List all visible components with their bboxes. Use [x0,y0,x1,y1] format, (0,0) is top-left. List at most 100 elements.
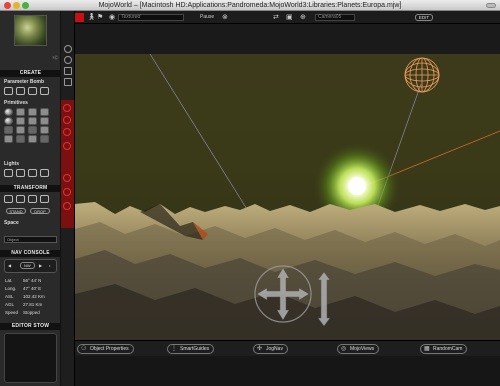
window-close-button[interactable] [4,2,11,9]
camera-select[interactable]: Camera05 [315,14,355,21]
toolbar-toggle-button[interactable] [486,3,496,8]
smart-guides-button[interactable]: ⋮ SmartGuides [167,344,215,354]
views-icon: ◎ [341,346,347,352]
thumbnail-hint: ?Ⓒ [52,55,59,60]
cone-primitive-icon[interactable] [16,108,25,116]
wedge-primitive-icon[interactable] [16,126,25,134]
window-minimize-button[interactable] [13,2,20,9]
tube-primitive-icon[interactable] [28,117,37,125]
move-cross-gizmo[interactable] [254,265,312,323]
editor-stow-area[interactable] [4,333,57,383]
moon-tab-icon[interactable] [63,128,71,136]
point-light-icon[interactable] [4,169,13,177]
editor-stow-heading: EDITOR STOW [0,323,61,330]
parameter-bomb-tools [4,87,51,95]
render-viewport[interactable] [75,54,500,340]
window-zoom-button[interactable] [22,2,29,9]
view-mode-select[interactable]: Textured [118,14,184,21]
materials-tab-icon[interactable] [63,174,71,182]
move-tool-icon[interactable] [4,195,13,203]
layers-icon[interactable] [64,67,72,75]
object-properties-label: Object Properties [90,346,129,352]
drop-button[interactable]: DROP [30,208,50,214]
create-heading: CREATE [0,70,61,77]
capsule-primitive-icon[interactable] [4,126,13,134]
walk-icon[interactable]: 🚶︎ [87,13,96,22]
spline-primitive-icon[interactable] [40,135,49,143]
add-camera-icon[interactable]: ⊕ [300,13,306,22]
spot-light-icon[interactable] [16,169,25,177]
undo-icon[interactable]: ⇄ [273,13,279,22]
ring-primitive-icon[interactable] [28,135,37,143]
light-direction-line [149,54,251,215]
hemisphere-primitive-icon[interactable] [16,135,25,143]
lights-tools [4,169,51,177]
jog-nav-button[interactable]: ✣ JogNav [253,344,288,354]
plane-primitive-icon[interactable] [40,117,49,125]
random-cam-button[interactable]: ▦ RandomCam [420,344,468,354]
primitives-tools [4,108,51,143]
lights-label: Lights [4,161,19,167]
scene-canvas [75,54,500,340]
pyramid-primitive-icon[interactable] [16,117,25,125]
bomb-grid-icon[interactable] [4,87,13,95]
nav-row-speed: Speed Stopped [5,310,40,315]
edit-button[interactable]: EDIT [415,14,433,21]
atmosphere-tab-icon[interactable] [63,188,71,196]
stand-button[interactable]: STAND [6,208,26,214]
mojo-views-label: MojoViews [350,346,375,352]
top-toolbar: 🚶︎ ⚑ ◉ Textured Pause ⊗ ⇄ ▣ ⊕ Camera05 E… [75,11,500,24]
parameter-bomb-label: Parameter Bomb [4,79,45,85]
close-circle-icon[interactable]: ⊗ [222,13,228,22]
sun-disc[interactable] [348,177,366,195]
bomb-wave-icon[interactable] [28,87,37,95]
mojo-views-button[interactable]: ◎ MojoViews [337,344,380,354]
random-cam-icon: ▦ [424,346,430,352]
globe-icon[interactable] [64,45,72,53]
sun-tab-icon[interactable] [63,116,71,124]
select-arrow-icon[interactable] [75,13,84,22]
disc-primitive-icon[interactable] [28,126,37,134]
clouds-tab-icon[interactable] [63,142,71,150]
terrain-surface[interactable] [75,202,500,340]
sheet-icon[interactable] [64,78,72,86]
render-tab-icon[interactable] [63,202,71,210]
status-area [75,356,500,386]
object-properties-button[interactable]: ⚆ Object Properties [77,344,134,354]
left-panel: ?Ⓒ CREATE Parameter Bomb Primitives Ligh… [0,11,61,386]
transform-tools [4,195,51,203]
area-light-icon[interactable] [28,169,37,177]
pivot-tool-icon[interactable] [40,195,49,203]
rotate-left-button[interactable]: ◀ [8,263,11,268]
scale-tool-icon[interactable] [28,195,37,203]
nav-console-heading: NAV CONSOLE [0,250,61,257]
bomb-sliders-icon[interactable] [16,87,25,95]
heading-control: ◀ NW ▶ • [4,259,57,273]
star-primitive-icon[interactable] [4,135,13,143]
rotate-right-button[interactable]: ▶ [39,263,42,268]
random-cam-label: RandomCam [433,346,463,352]
cylinder-primitive-icon[interactable] [28,108,37,116]
torus-primitive-icon[interactable] [4,117,13,125]
run-icon[interactable]: ⚑ [97,13,103,22]
pause-label: Pause [200,14,215,20]
space-label: Space [4,220,19,226]
nav-row-long: Long. 47° 40' E [5,286,42,291]
space-select[interactable]: Object [4,236,57,243]
eye-icon[interactable]: ◉ [109,13,115,22]
nav-row-asl: ASL 102.42 Km [5,294,45,299]
bomb-brush-icon[interactable] [40,87,49,95]
transform-heading: TRANSFORM [0,185,61,192]
rotate-tool-icon[interactable] [16,195,25,203]
camera-icon[interactable]: ▣ [286,13,293,22]
world-grid-icon[interactable] [64,56,72,64]
sphere-primitive-icon[interactable] [4,108,13,116]
planet-thumbnail[interactable] [14,15,47,46]
terrain-tab-icon[interactable] [63,104,71,112]
moon-wireframe-icon[interactable] [404,57,440,93]
prism-primitive-icon[interactable] [40,126,49,134]
box-primitive-icon[interactable] [40,108,49,116]
nav-step-button[interactable]: • [49,263,50,268]
sky-light-icon[interactable] [40,169,49,177]
nav-row-agl: AGL 27.81 Km [5,302,43,307]
